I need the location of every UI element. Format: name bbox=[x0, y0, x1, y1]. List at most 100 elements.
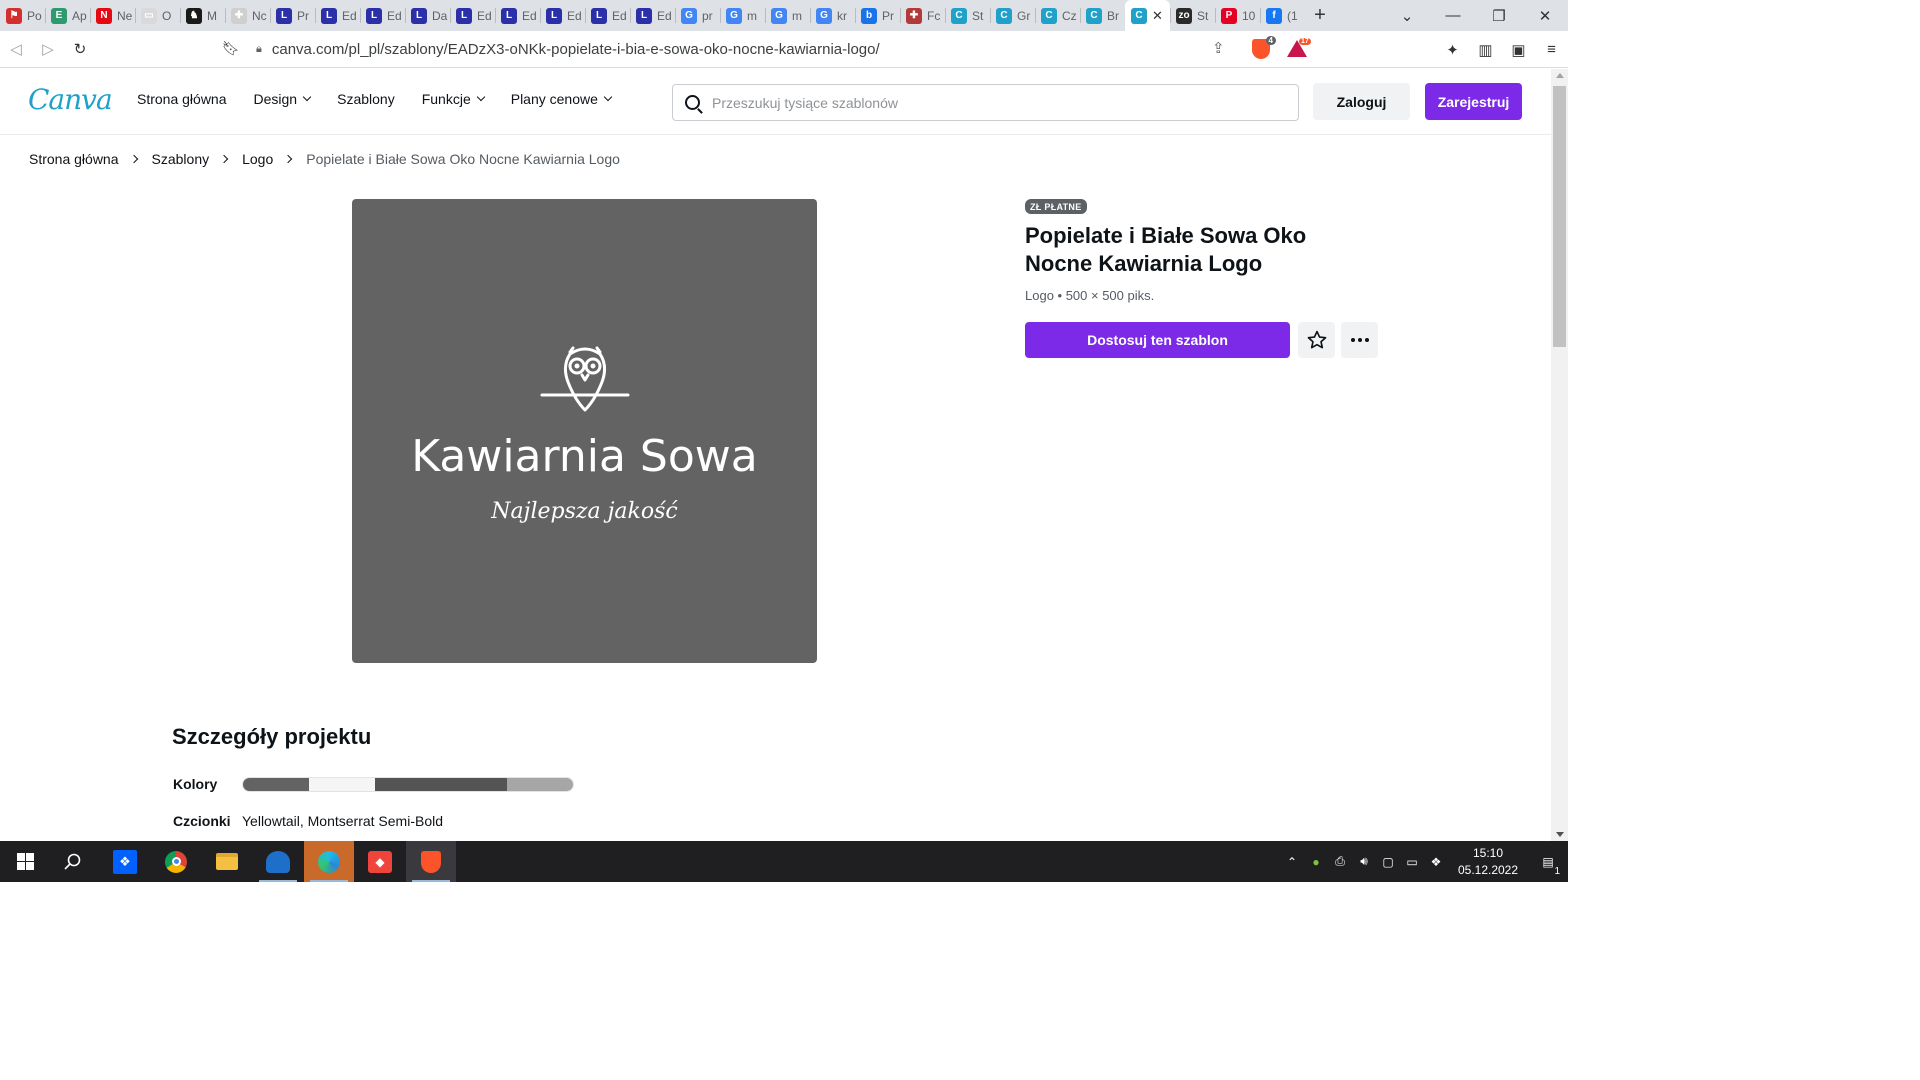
close-tab-icon[interactable]: ✕ bbox=[1152, 8, 1163, 24]
more-options-button[interactable] bbox=[1341, 322, 1378, 358]
extensions-icon[interactable]: ✦ bbox=[1436, 41, 1469, 59]
browser-tab[interactable]: C Gr bbox=[990, 0, 1035, 31]
start-button[interactable] bbox=[0, 841, 50, 882]
browser-tab[interactable]: P 10 bbox=[1215, 0, 1260, 31]
search-box[interactable] bbox=[672, 84, 1299, 121]
clock[interactable]: 15:10 05.12.2022 bbox=[1448, 845, 1528, 879]
sidebar-icon[interactable]: ▥ bbox=[1469, 41, 1502, 59]
wallet-icon[interactable]: ▣ bbox=[1502, 41, 1535, 59]
fonts-value: Yellowtail, Montserrat Semi-Bold bbox=[242, 813, 444, 829]
nav-item[interactable]: Plany cenowe bbox=[511, 91, 613, 107]
browser-tab[interactable]: Gkr bbox=[810, 0, 855, 31]
address-bar[interactable]: 🔒︎ canva.com/pl_pl/szablony/EADzX3-oNKk-… bbox=[256, 34, 1238, 64]
meet-icon[interactable]: ⎙ bbox=[1328, 854, 1352, 869]
canva-logo[interactable]: Canva bbox=[28, 83, 113, 116]
browser-tab[interactable]: L Ed bbox=[540, 0, 585, 31]
browser-tab[interactable]: ⚑ Po bbox=[0, 0, 45, 31]
browser-tab[interactable]: C Br bbox=[1080, 0, 1125, 31]
nav-item[interactable]: Design bbox=[254, 91, 312, 107]
notifications-icon[interactable]: ▤ 1 bbox=[1528, 855, 1568, 877]
browser-tab[interactable]: ✚ Nc bbox=[225, 0, 270, 31]
restore-icon[interactable]: ❐ bbox=[1476, 7, 1522, 25]
display-icon[interactable]: ▢ bbox=[1376, 855, 1400, 869]
close-window-icon[interactable]: ✕ bbox=[1522, 7, 1568, 25]
back-icon[interactable]: ◁ bbox=[0, 40, 32, 58]
page-scrollbar[interactable] bbox=[1551, 69, 1568, 841]
battery-icon[interactable]: ▭ bbox=[1400, 855, 1424, 869]
nav-item[interactable]: Szablony bbox=[337, 91, 395, 107]
volume-icon[interactable]: 🔊︎ bbox=[1352, 854, 1376, 869]
browser-tab[interactable]: E Ap bbox=[45, 0, 90, 31]
browser-tab[interactable]: b Pr bbox=[855, 0, 900, 31]
browser-tab[interactable]: Gpr bbox=[675, 0, 720, 31]
taskbar-mail[interactable] bbox=[253, 841, 303, 882]
security-icon[interactable]: ● bbox=[1304, 855, 1328, 869]
taskbar-search-button[interactable] bbox=[48, 841, 98, 882]
browser-tab[interactable]: L Ed bbox=[495, 0, 540, 31]
browser-tab[interactable]: C ✕ bbox=[1125, 0, 1170, 31]
color-swatch[interactable] bbox=[243, 778, 309, 791]
template-preview[interactable]: Kawiarnia Sowa Najlepsza jakość bbox=[352, 199, 817, 663]
browser-tab[interactable]: Gm bbox=[720, 0, 765, 31]
color-swatch[interactable] bbox=[441, 778, 507, 791]
taskbar-anydesk[interactable]: ◆ bbox=[355, 841, 405, 882]
favicon-icon: f bbox=[1266, 7, 1282, 24]
browser-tab[interactable]: L Ed bbox=[585, 0, 630, 31]
minimize-icon[interactable]: — bbox=[1430, 7, 1476, 24]
browser-tab[interactable]: L Ed bbox=[630, 0, 675, 31]
url-text[interactable]: canva.com/pl_pl/szablony/EADzX3-oNKk-pop… bbox=[272, 41, 880, 58]
favicon-icon: ▭ bbox=[141, 7, 157, 24]
browser-tab[interactable]: C St bbox=[945, 0, 990, 31]
browser-tab[interactable]: ♞ M bbox=[180, 0, 225, 31]
browser-tab[interactable]: Gm bbox=[765, 0, 810, 31]
forward-icon[interactable]: ▷ bbox=[32, 40, 64, 58]
login-button[interactable]: Zaloguj bbox=[1313, 83, 1410, 120]
browser-tab[interactable]: L Da bbox=[405, 0, 450, 31]
browser-tab[interactable]: ▭ O bbox=[135, 0, 180, 31]
tab-search-icon[interactable]: ⌄ bbox=[1384, 7, 1430, 25]
brave-rewards-icon[interactable]: 17 bbox=[1287, 38, 1311, 57]
browser-tab[interactable]: ✚ Fc bbox=[900, 0, 945, 31]
template-meta: Logo • 500 × 500 piks. bbox=[1025, 288, 1155, 303]
browser-tab[interactable]: N Ne bbox=[90, 0, 135, 31]
customize-template-button[interactable]: Dostosuj ten szablon bbox=[1025, 322, 1290, 358]
breadcrumb-home[interactable]: Strona główna bbox=[29, 151, 119, 167]
breadcrumb-logo[interactable]: Logo bbox=[242, 151, 273, 167]
color-swatch[interactable] bbox=[507, 778, 573, 791]
brave-shield-icon[interactable]: 4 bbox=[1252, 36, 1276, 59]
signup-button[interactable]: Zarejestruj bbox=[1425, 83, 1522, 120]
taskbar-chrome[interactable] bbox=[151, 841, 201, 882]
color-swatch[interactable] bbox=[309, 778, 375, 791]
browser-tab[interactable]: f (1 bbox=[1260, 0, 1305, 31]
scroll-down-icon[interactable] bbox=[1556, 832, 1564, 837]
taskbar-file-explorer[interactable] bbox=[202, 841, 252, 882]
search-icon[interactable] bbox=[685, 95, 700, 110]
browser-tab[interactable]: L Ed bbox=[360, 0, 405, 31]
browser-tab[interactable]: L Ed bbox=[315, 0, 360, 31]
scrollbar-thumb[interactable] bbox=[1553, 86, 1566, 347]
lock-icon[interactable]: 🔒︎ bbox=[256, 43, 262, 56]
taskbar-dropbox[interactable]: ❖ bbox=[100, 841, 150, 882]
share-icon[interactable]: ⇪ bbox=[1212, 39, 1225, 57]
dropbox-tray-icon[interactable]: ❖ bbox=[1424, 855, 1448, 869]
breadcrumb-templates[interactable]: Szablony bbox=[152, 151, 210, 167]
search-input[interactable] bbox=[712, 94, 1272, 111]
bookmark-icon[interactable]: 🔖︎ bbox=[222, 40, 240, 57]
tab-title: Ap bbox=[72, 8, 87, 23]
favicon-icon: L bbox=[456, 7, 472, 24]
nav-item[interactable]: Strona główna bbox=[137, 91, 227, 107]
browser-tab[interactable]: L Ed bbox=[450, 0, 495, 31]
new-tab-button[interactable]: + bbox=[1305, 4, 1335, 27]
taskbar-edge[interactable] bbox=[304, 841, 354, 882]
color-swatch[interactable] bbox=[375, 778, 441, 791]
browser-tab[interactable]: L Pr bbox=[270, 0, 315, 31]
chevron-up-icon[interactable]: ⌃ bbox=[1280, 855, 1304, 869]
scroll-up-icon[interactable] bbox=[1556, 73, 1564, 78]
menu-icon[interactable]: ≡ bbox=[1535, 41, 1568, 58]
browser-tab[interactable]: zo St bbox=[1170, 0, 1215, 31]
nav-item[interactable]: Funkcje bbox=[422, 91, 485, 107]
browser-tab[interactable]: C Cz bbox=[1035, 0, 1080, 31]
reload-icon[interactable]: ↻ bbox=[64, 40, 96, 58]
taskbar-brave[interactable] bbox=[406, 841, 456, 882]
favorite-button[interactable] bbox=[1298, 322, 1335, 358]
